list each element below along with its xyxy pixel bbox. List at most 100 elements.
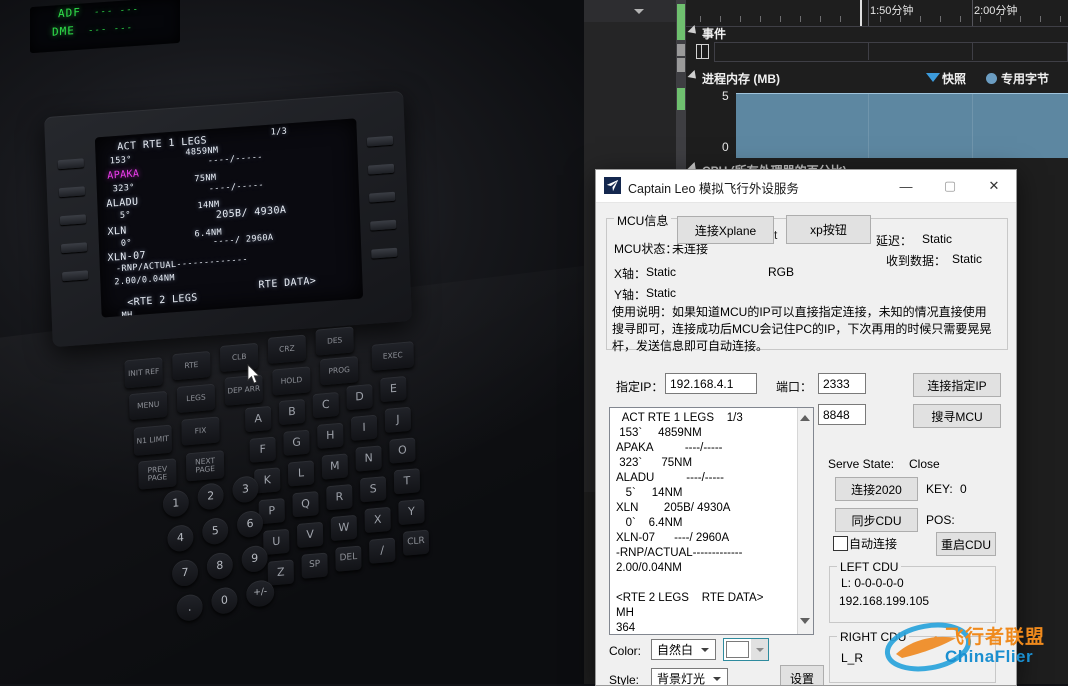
key-g[interactable]: G [283, 429, 310, 456]
key-crz[interactable]: CRZ [267, 334, 307, 364]
restart-cdu-button[interactable]: 重启CDU [936, 532, 996, 556]
key-b[interactable]: B [278, 398, 306, 426]
connect-2020-button[interactable]: 连接2020 [835, 477, 918, 501]
cdu-output-textarea[interactable]: ACT RTE 1 LEGS 1/3 153` 4859NM APAKA ---… [609, 407, 814, 635]
key-8[interactable]: 8 [206, 551, 234, 581]
key-w[interactable]: W [330, 514, 358, 542]
cdu-row-3-right: ----/----- [208, 180, 265, 195]
key-7[interactable]: 7 [171, 558, 199, 588]
close-button[interactable]: ✕ [972, 170, 1016, 202]
key-fix[interactable]: FIX [181, 416, 220, 446]
key-j[interactable]: J [384, 406, 412, 433]
key-des[interactable]: DES [315, 326, 354, 356]
xp-button[interactable]: xp按钮 [786, 215, 871, 244]
lsk-l2[interactable] [58, 186, 86, 198]
key-rte[interactable]: RTE [172, 350, 211, 381]
connect-specified-ip-button[interactable]: 连接指定IP [913, 373, 1001, 397]
key-q[interactable]: Q [292, 491, 319, 518]
y-axis-value: Static [646, 286, 677, 300]
cdu-row-5-left: XLN [107, 225, 127, 238]
key-prev-page[interactable]: PREV PAGE [138, 458, 177, 490]
key-n1-limit[interactable]: N1 LIMIT [133, 424, 172, 456]
events-track[interactable] [714, 42, 1068, 62]
lsk-l3[interactable] [59, 214, 87, 226]
key-h[interactable]: H [317, 422, 344, 449]
key-next-page[interactable]: NEXT PAGE [185, 450, 225, 482]
timeline-marker[interactable] [860, 0, 862, 26]
key-2[interactable]: 2 [197, 482, 224, 511]
lsk-l1[interactable] [57, 158, 84, 170]
search-mcu-button[interactable]: 搜寻MCU [913, 404, 1001, 428]
key-1[interactable]: 1 [162, 489, 190, 518]
key-sp[interactable]: SP [301, 552, 328, 579]
sync-cdu-button[interactable]: 同步CDU [835, 508, 918, 532]
key-clr[interactable]: CLR [402, 529, 430, 556]
key-dot[interactable]: . [176, 593, 203, 622]
lsk-l5[interactable] [62, 270, 89, 282]
events-icon[interactable] [696, 44, 709, 59]
gutter-mark-2 [677, 44, 685, 56]
key-z[interactable]: Z [267, 559, 294, 586]
key-3[interactable]: 3 [232, 475, 259, 504]
port-input[interactable]: 2333 [818, 373, 866, 394]
settings-button[interactable]: 设置 [780, 665, 824, 685]
ip-input[interactable]: 192.168.4.1 [665, 373, 757, 394]
recv-value: Static [952, 252, 983, 266]
key-f[interactable]: F [249, 436, 276, 463]
key-0[interactable]: 0 [211, 586, 238, 615]
key-5[interactable]: 5 [202, 517, 229, 546]
key-legs[interactable]: LEGS [176, 383, 216, 414]
style-select[interactable]: 背景灯光 [651, 668, 728, 685]
lsk-r2[interactable] [367, 163, 395, 175]
key-t[interactable]: T [393, 468, 421, 495]
key-a[interactable]: A [245, 405, 272, 433]
dialog-title-bar[interactable]: Captain Leo 模拟飞行外设服务 — ▢ ✕ [596, 170, 1016, 203]
extra-port-input[interactable]: 8848 [818, 404, 866, 425]
key-menu[interactable]: MENU [129, 390, 168, 421]
memory-expander-icon[interactable] [687, 69, 700, 83]
key-del[interactable]: DEL [335, 545, 362, 572]
scroll-down-icon[interactable] [800, 618, 810, 624]
key-d[interactable]: D [346, 383, 373, 411]
key-r[interactable]: R [326, 484, 353, 511]
key-u[interactable]: U [263, 528, 290, 556]
dme-label: DME [52, 24, 75, 39]
key-i[interactable]: I [350, 414, 378, 441]
key-v[interactable]: V [296, 521, 324, 549]
cdu-scrollbar[interactable] [797, 408, 813, 634]
lsk-l4[interactable] [60, 242, 88, 254]
key-o[interactable]: O [389, 437, 416, 464]
key-y[interactable]: Y [398, 498, 425, 526]
key-hold[interactable]: HOLD [272, 366, 311, 396]
key-n[interactable]: N [355, 445, 382, 472]
key-plus-minus[interactable]: +/- [246, 579, 275, 608]
key-e[interactable]: E [380, 375, 407, 403]
left-cdu-line1: L: 0-0-0-0-0 [841, 576, 904, 590]
key-s[interactable]: S [359, 476, 387, 503]
lsk-r3[interactable] [369, 191, 396, 203]
key-m[interactable]: M [321, 453, 349, 480]
lsk-r5[interactable] [371, 247, 398, 259]
lsk-r4[interactable] [370, 219, 397, 231]
maximize-button[interactable]: ▢ [928, 170, 972, 202]
color-select[interactable]: 自然白 [651, 639, 716, 660]
key-x[interactable]: X [364, 506, 391, 534]
lsk-r1[interactable] [366, 135, 394, 147]
key-exec[interactable]: EXEC [371, 341, 414, 371]
minimize-button[interactable]: — [884, 170, 928, 202]
scroll-up-icon[interactable] [800, 415, 810, 421]
cdu-footer-mh: MH [121, 310, 133, 318]
key-slash[interactable]: / [369, 537, 396, 564]
chevron-down-icon[interactable] [634, 9, 644, 14]
auto-connect-checkbox[interactable] [833, 536, 848, 551]
key-c[interactable]: C [312, 391, 339, 419]
key-6[interactable]: 6 [236, 509, 264, 539]
connect-xplane-button[interactable]: 连接Xplane [677, 216, 774, 244]
key-init-ref[interactable]: INIT REF [124, 357, 163, 389]
key-9[interactable]: 9 [241, 544, 268, 574]
key-4[interactable]: 4 [167, 524, 194, 553]
color-swatch-select[interactable] [723, 638, 769, 661]
color-swatch-dropdown-icon[interactable] [751, 639, 768, 660]
key-prog[interactable]: PROG [320, 356, 359, 386]
key-l[interactable]: L [287, 460, 315, 487]
